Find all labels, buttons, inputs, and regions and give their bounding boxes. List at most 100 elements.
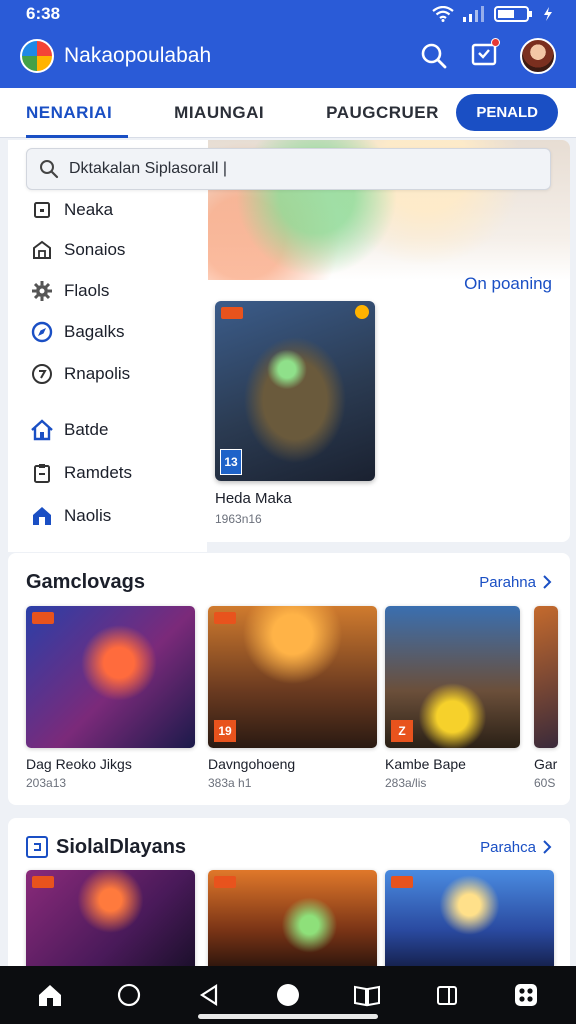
featured-game-art[interactable]: 13 bbox=[215, 301, 375, 481]
wifi-icon bbox=[432, 6, 454, 22]
menu-item-label: Bagalks bbox=[64, 322, 125, 341]
menu-item-ramdets[interactable]: Ramdets bbox=[8, 453, 207, 493]
battery-icon bbox=[494, 6, 532, 22]
menu-item-label: Flaols bbox=[64, 281, 110, 300]
game-meta: 383a h1 bbox=[208, 776, 252, 790]
menu-item-label: Sonaios bbox=[64, 240, 126, 259]
house-filled-icon bbox=[30, 504, 54, 528]
badge-icon bbox=[391, 876, 413, 888]
game-art bbox=[26, 870, 195, 970]
game-art bbox=[534, 606, 558, 748]
game-art bbox=[208, 870, 377, 970]
avatar[interactable] bbox=[520, 38, 556, 74]
home-icon bbox=[38, 985, 61, 1006]
featured-game-title[interactable]: Heda Maka bbox=[215, 490, 292, 507]
penald-button[interactable]: PENALD bbox=[456, 94, 558, 131]
search-icon[interactable] bbox=[420, 42, 448, 70]
see-more-label: Parahna bbox=[479, 573, 536, 591]
see-more-link[interactable]: Parahca bbox=[480, 839, 552, 856]
app-bar: 6:38 Nakaopoulabah bbox=[0, 0, 576, 88]
clock-icon bbox=[30, 362, 54, 386]
game-name: Gar bbox=[534, 756, 558, 772]
menu-item-label: Batde bbox=[64, 420, 109, 439]
grid-icon bbox=[515, 984, 538, 1006]
section-title: SiolalDlayans bbox=[56, 835, 187, 858]
menu-item-rnapolis[interactable]: Rnapolis bbox=[8, 354, 207, 394]
menu-item-label: Naolis bbox=[64, 506, 112, 525]
badge-icon bbox=[32, 876, 54, 888]
game-card[interactable] bbox=[208, 870, 377, 970]
nav-back-button[interactable] bbox=[189, 975, 229, 1015]
game-meta: 203a13 bbox=[26, 776, 67, 790]
app-logo-icon[interactable] bbox=[20, 39, 54, 73]
section-header: Gamclovags Parahna bbox=[26, 567, 552, 597]
compass-icon bbox=[30, 320, 54, 344]
notification-button[interactable] bbox=[470, 37, 500, 73]
menu-item-label: Ramdets bbox=[64, 463, 133, 482]
home-icon bbox=[30, 418, 54, 442]
chevron-right-icon bbox=[543, 575, 552, 589]
nav-home-button[interactable] bbox=[30, 975, 70, 1015]
rating-badge: 19 bbox=[214, 720, 236, 742]
tab-paugcruer[interactable]: PAUGCRUER bbox=[310, 88, 455, 138]
menu-item-naolis[interactable]: Naolis bbox=[8, 496, 207, 536]
featured-game-meta: 1963n16 bbox=[215, 512, 262, 526]
search-icon bbox=[40, 160, 59, 179]
game-meta: 283a/lis bbox=[385, 776, 427, 790]
badge-icon bbox=[214, 612, 236, 624]
game-card[interactable] bbox=[385, 870, 554, 970]
hero-link[interactable]: On poaning bbox=[464, 274, 552, 294]
game-name: Davngohoeng bbox=[208, 756, 296, 772]
home-indicator[interactable] bbox=[198, 1014, 378, 1019]
badge-icon bbox=[214, 876, 236, 888]
menu-item-flaols[interactable]: Flaols bbox=[8, 271, 207, 311]
signal-icon bbox=[463, 6, 484, 22]
app-header: Nakaopoulabah bbox=[0, 34, 576, 78]
app-title: Nakaopoulabah bbox=[64, 44, 212, 67]
dot-icon bbox=[276, 984, 299, 1006]
back-triangle-icon bbox=[199, 983, 217, 1007]
see-more-link[interactable]: Parahna bbox=[479, 574, 552, 591]
game-card[interactable]: Dag Reoko Jikgs 203a13 bbox=[26, 606, 195, 790]
badge-icon bbox=[32, 612, 54, 624]
tab-nenariai[interactable]: NENARIAI bbox=[10, 88, 129, 138]
charging-icon bbox=[544, 7, 552, 21]
nav-book-button[interactable] bbox=[347, 975, 387, 1015]
square-icon bbox=[30, 198, 54, 222]
menu-item-label: Neaka bbox=[64, 200, 114, 219]
menu-item-sonaios[interactable]: Sonaios bbox=[8, 230, 207, 270]
circle-icon bbox=[118, 983, 141, 1007]
store-icon bbox=[30, 238, 54, 262]
clipboard-icon bbox=[30, 461, 54, 485]
game-card[interactable]: Gar 60S bbox=[534, 606, 558, 790]
game-card[interactable]: 19 Davngohoeng 383a h1 bbox=[208, 606, 377, 790]
game-meta: 60S bbox=[534, 776, 556, 790]
tab-miaungai[interactable]: MIAUNGAI bbox=[158, 88, 280, 138]
nav-dot-button[interactable] bbox=[268, 975, 308, 1015]
status-bar: 6:38 bbox=[0, 0, 576, 28]
game-card[interactable]: Z Kambe Bape 283a/lis bbox=[385, 606, 520, 790]
menu-item-neaka[interactable]: Neaka bbox=[8, 190, 207, 230]
gear-icon bbox=[30, 279, 54, 303]
rating-badge: 13 bbox=[220, 449, 242, 475]
section-icon bbox=[26, 836, 48, 858]
game-name: Dag Reoko Jikgs bbox=[26, 756, 132, 772]
game-name: Kambe Bape bbox=[385, 756, 466, 772]
game-card[interactable] bbox=[26, 870, 195, 970]
nav-circle-button[interactable] bbox=[109, 975, 149, 1015]
menu-item-batde[interactable]: Batde bbox=[8, 410, 207, 450]
status-time: 6:38 bbox=[26, 4, 61, 23]
search-bar[interactable] bbox=[26, 148, 551, 190]
game-art bbox=[385, 870, 554, 970]
nav-grid-button[interactable] bbox=[506, 975, 546, 1015]
game-art: Z bbox=[385, 606, 520, 748]
chevron-right-icon bbox=[543, 840, 552, 854]
corner-badge-icon bbox=[355, 305, 369, 319]
see-more-label: Parahca bbox=[480, 838, 536, 856]
menu-item-bagalks[interactable]: Bagalks bbox=[8, 312, 207, 352]
book-icon bbox=[354, 985, 381, 1007]
rating-badge: Z bbox=[391, 720, 413, 742]
nav-window-button[interactable] bbox=[427, 975, 467, 1015]
search-input[interactable] bbox=[69, 160, 529, 178]
badge-icon bbox=[221, 307, 243, 319]
